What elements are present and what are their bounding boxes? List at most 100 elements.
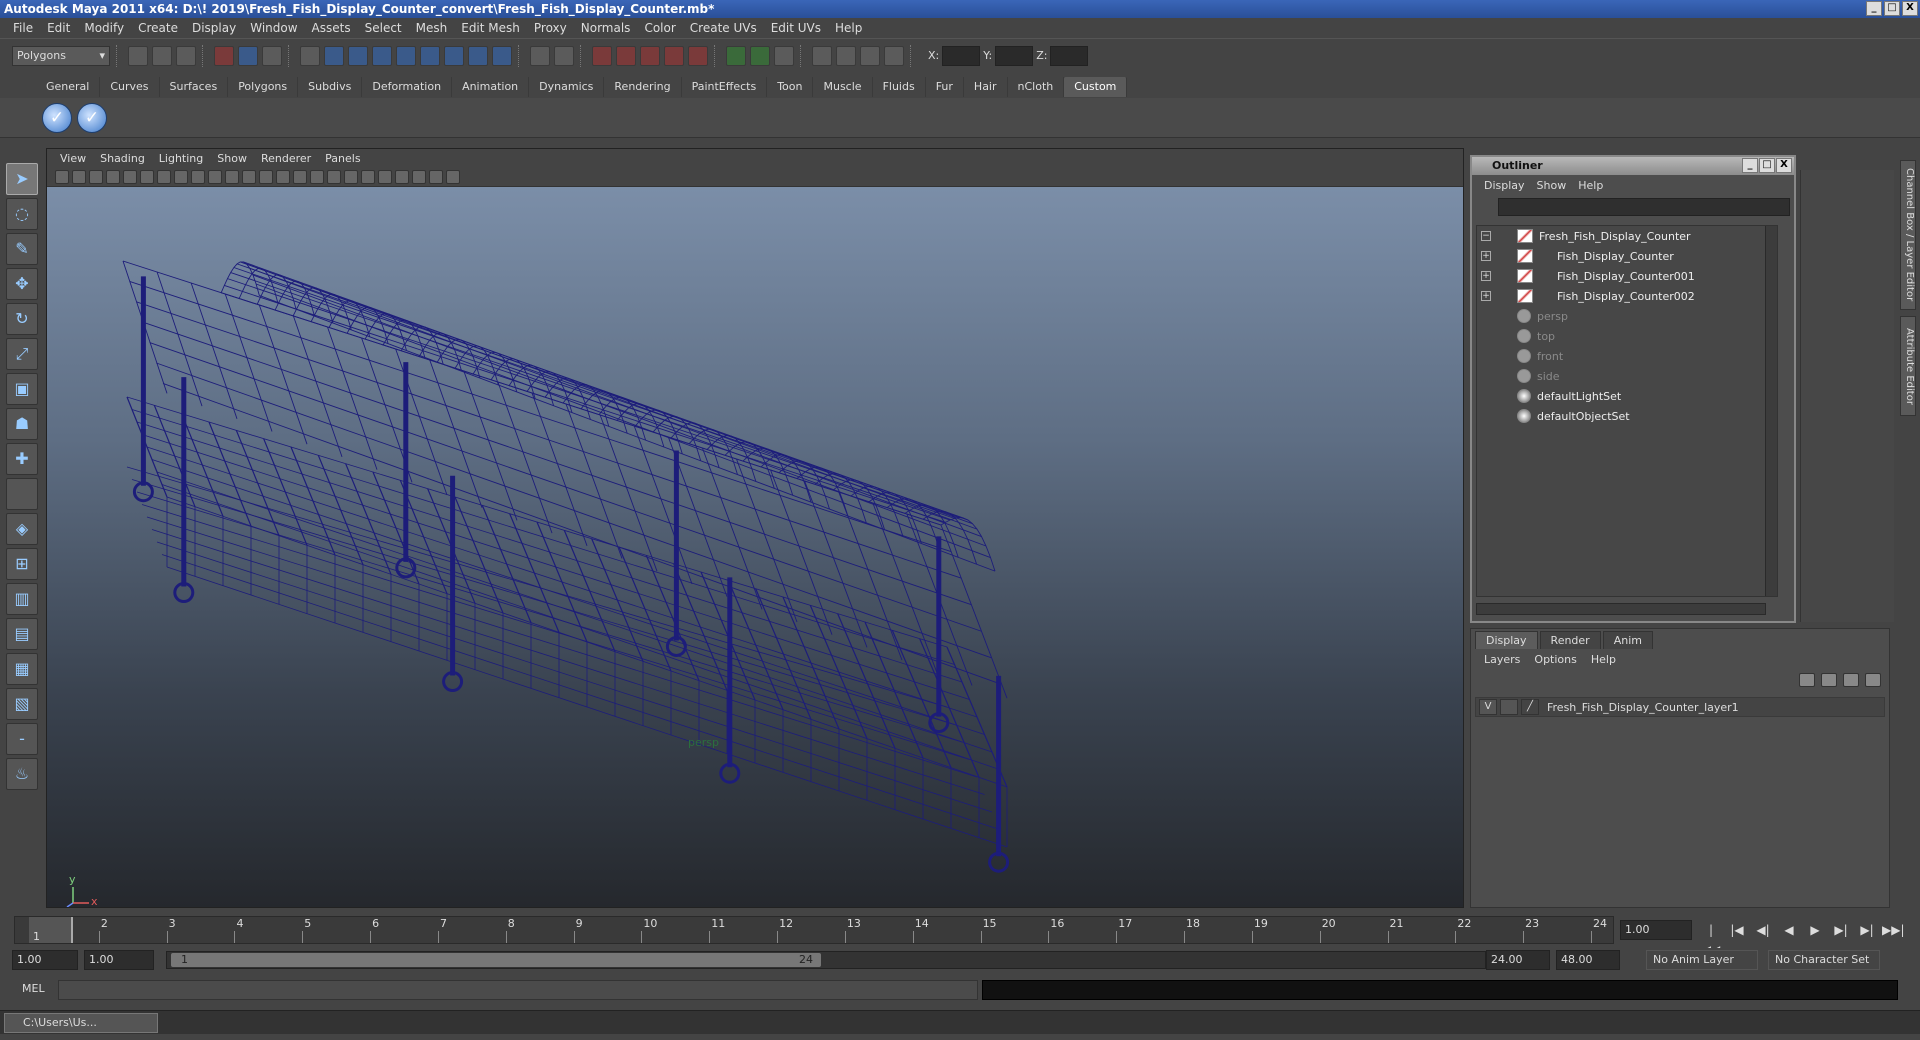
- isolate-select-icon[interactable]: [395, 169, 409, 184]
- menu-edit-mesh[interactable]: Edit Mesh: [454, 21, 527, 35]
- shelf-tab-fluids[interactable]: Fluids: [873, 77, 926, 97]
- playback-start-field[interactable]: 1.00: [84, 950, 154, 970]
- custom-shelf-check-icon[interactable]: ✓: [77, 102, 107, 133]
- make-live-icon[interactable]: [688, 45, 708, 66]
- anim-layer-dropdown[interactable]: No Anim Layer: [1646, 950, 1758, 970]
- step-forward-frame-button[interactable]: ▶|: [1856, 920, 1878, 940]
- select-deformations-icon[interactable]: [420, 45, 440, 66]
- select-joints-icon[interactable]: [348, 45, 368, 66]
- shelf-tab-muscle[interactable]: Muscle: [813, 77, 873, 97]
- camera-select-icon[interactable]: [55, 169, 69, 184]
- layer-tab-anim[interactable]: Anim: [1602, 631, 1653, 649]
- backface-culling-icon[interactable]: [446, 169, 460, 184]
- expand-toggle[interactable]: +: [1481, 271, 1491, 281]
- viewport-menu-lighting[interactable]: Lighting: [152, 152, 210, 165]
- menu-window[interactable]: Window: [243, 21, 304, 35]
- show-manip-icon[interactable]: ✚: [6, 443, 38, 475]
- safe-action-icon[interactable]: [242, 169, 256, 184]
- z-field[interactable]: [1050, 45, 1089, 66]
- use-all-lights-icon[interactable]: [361, 169, 375, 184]
- shelf-tab-hair[interactable]: Hair: [964, 77, 1008, 97]
- time-slider-bar[interactable]: 1234567891011121314151617181920212223241: [14, 916, 1614, 944]
- menu-assets[interactable]: Assets: [305, 21, 358, 35]
- input-ops-icon[interactable]: [726, 45, 746, 66]
- move-tool-icon[interactable]: ✥: [6, 268, 38, 300]
- menu-mesh[interactable]: Mesh: [409, 21, 455, 35]
- shelf-tab-rendering[interactable]: Rendering: [604, 77, 682, 97]
- gate-mask-icon[interactable]: [208, 169, 222, 184]
- single-perspective-layout-icon[interactable]: ◈: [6, 513, 38, 545]
- current-time-marker[interactable]: 1: [29, 917, 73, 943]
- shelf-tab-general[interactable]: General: [36, 77, 101, 97]
- universal-manip-icon[interactable]: ▣: [6, 373, 38, 405]
- maximize-button[interactable]: □: [1884, 1, 1900, 16]
- new-layer-icon[interactable]: [1799, 673, 1815, 687]
- select-surfaces-icon[interactable]: [396, 45, 416, 66]
- mask-dropdown-icon[interactable]: [300, 45, 320, 66]
- xray-joints-icon[interactable]: [429, 169, 443, 184]
- shelf-tab-fur[interactable]: Fur: [926, 77, 964, 97]
- expand-toggle[interactable]: +: [1481, 251, 1491, 261]
- outliner-close-button[interactable]: X: [1776, 158, 1792, 173]
- two-d-pan-icon[interactable]: [123, 169, 137, 184]
- outliner-item[interactable]: persp: [1477, 306, 1777, 326]
- shelf-tab-ncloth[interactable]: nCloth: [1008, 77, 1065, 97]
- layer-menu-options[interactable]: Options: [1527, 653, 1583, 666]
- snap-plane-icon[interactable]: [664, 45, 684, 66]
- menu-color[interactable]: Color: [637, 21, 682, 35]
- grease-pencil-icon[interactable]: [140, 169, 154, 184]
- use-default-light-icon[interactable]: [344, 169, 358, 184]
- shelf-tab-dynamics[interactable]: Dynamics: [529, 77, 605, 97]
- outliner-item[interactable]: top: [1477, 326, 1777, 346]
- xray-icon[interactable]: [412, 169, 426, 184]
- outliner-maximize-button[interactable]: □: [1759, 158, 1775, 173]
- channel-box-tab[interactable]: Channel Box / Layer Editor: [1900, 160, 1916, 310]
- image-plane-icon[interactable]: [106, 169, 120, 184]
- field-chart-icon[interactable]: [225, 169, 239, 184]
- menu-create[interactable]: Create: [131, 21, 185, 35]
- save-scene-icon[interactable]: [176, 45, 196, 66]
- outliner-item[interactable]: side: [1477, 366, 1777, 386]
- play-backwards-button[interactable]: ◀: [1778, 920, 1800, 940]
- snap-curve-icon[interactable]: [616, 45, 636, 66]
- viewport-menu-shading[interactable]: Shading: [93, 152, 152, 165]
- select-curves-icon[interactable]: [372, 45, 392, 66]
- shelf-tab-deformation[interactable]: Deformation: [362, 77, 453, 97]
- anim-start-field[interactable]: 1.00: [12, 950, 78, 970]
- menu-modify[interactable]: Modify: [77, 21, 131, 35]
- construction-history-icon[interactable]: [774, 45, 794, 66]
- hypershade-layout-icon[interactable]: ▦: [6, 653, 38, 685]
- outliner-item[interactable]: − Fresh_Fish_Display_Counter: [1477, 226, 1777, 246]
- film-gate-icon[interactable]: [174, 169, 188, 184]
- outliner-item[interactable]: + Fish_Display_Counter: [1477, 246, 1777, 266]
- snap-point-icon[interactable]: [640, 45, 660, 66]
- collapse-layouts-icon[interactable]: ‐: [6, 723, 38, 755]
- x-field[interactable]: [942, 45, 981, 66]
- custom-shelf-check-icon[interactable]: ✓: [42, 102, 72, 133]
- shelf-tab-subdivs[interactable]: Subdivs: [298, 77, 363, 97]
- layer-color-swatch[interactable]: ╱: [1521, 699, 1539, 715]
- paint-select-icon[interactable]: ✎: [6, 233, 38, 265]
- go-to-start-button[interactable]: |◀◀: [1700, 920, 1722, 957]
- lock-selection-icon[interactable]: [530, 45, 550, 66]
- menu-edit[interactable]: Edit: [40, 21, 77, 35]
- select-dynamics-icon[interactable]: [444, 45, 464, 66]
- last-tool-icon[interactable]: [6, 478, 38, 510]
- layer-visibility-toggle[interactable]: V: [1479, 699, 1497, 715]
- grid-toggle-icon[interactable]: [157, 169, 171, 184]
- smooth-shade-icon[interactable]: [293, 169, 307, 184]
- viewport-menu-view[interactable]: View: [53, 152, 93, 165]
- range-handle[interactable]: 1 24: [171, 953, 821, 967]
- expand-toggle[interactable]: +: [1481, 291, 1491, 301]
- viewport-menu-show[interactable]: Show: [210, 152, 254, 165]
- playback-end-field[interactable]: 24.00: [1486, 950, 1550, 970]
- outliner-vertical-scrollbar[interactable]: [1765, 226, 1777, 596]
- menu-create-uvs[interactable]: Create UVs: [683, 21, 764, 35]
- render-settings-icon[interactable]: [884, 45, 904, 66]
- play-forwards-button[interactable]: ▶: [1804, 920, 1826, 940]
- command-input[interactable]: [58, 980, 978, 1000]
- menu-help[interactable]: Help: [828, 21, 869, 35]
- outliner-item[interactable]: front: [1477, 346, 1777, 366]
- shelf-tab-painteffects[interactable]: PaintEffects: [682, 77, 768, 97]
- minimized-window-item[interactable]: C:\Users\Us...: [4, 1013, 158, 1033]
